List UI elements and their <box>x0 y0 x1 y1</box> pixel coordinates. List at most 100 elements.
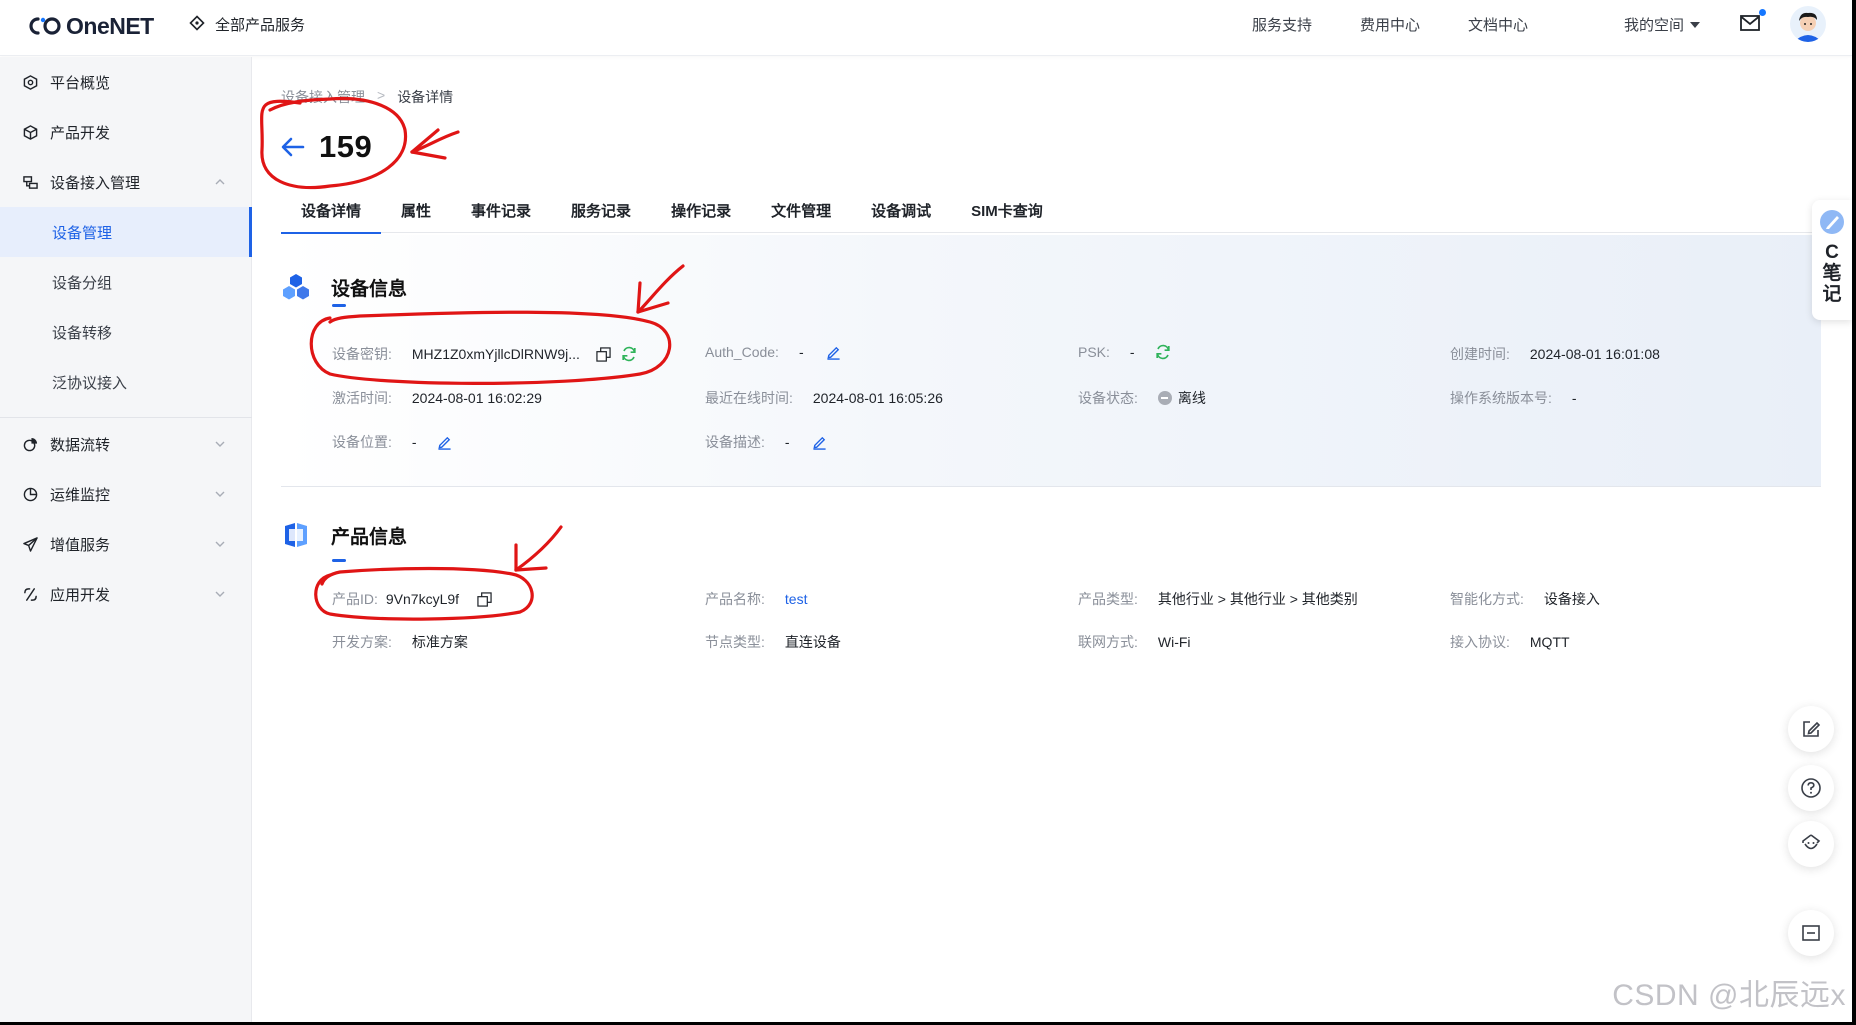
collapse-button[interactable] <box>1788 910 1834 956</box>
service-support-link[interactable]: 服务支持 <box>1252 14 1312 35</box>
last-online-field: 最近在线时间: 2024-08-01 16:05:26 <box>705 388 943 408</box>
last-online-label: 最近在线时间: <box>705 390 793 406</box>
note-tab-ji: 记 <box>1822 284 1842 305</box>
activated-time-field: 激活时间: 2024-08-01 16:02:29 <box>332 388 542 408</box>
dev-plan-field: 开发方案: 标准方案 <box>332 632 468 652</box>
edit-note-icon <box>1803 721 1821 737</box>
sidebar-subitem-device-transfer[interactable]: 设备转移 <box>0 307 252 357</box>
tab-properties[interactable]: 属性 <box>381 191 451 233</box>
created-time-value: 2024-08-01 16:01:08 <box>1529 346 1660 362</box>
sidebar-subitem-device-group[interactable]: 设备分组 <box>0 257 252 307</box>
note-tab-c: C <box>1825 242 1839 263</box>
sidebar-item-label: 数据流转 <box>50 436 111 454</box>
sidebar-divider <box>0 417 252 418</box>
sidebar-item-label: 增值服务 <box>50 536 111 554</box>
sidebar-subitem-device-management[interactable]: 设备管理 <box>0 207 252 257</box>
top-links: 服务支持 费用中心 文档中心 我的空间 <box>1204 14 1700 35</box>
refresh-icon[interactable] <box>621 346 637 362</box>
breadcrumb-parent-link[interactable]: 设备接入管理 <box>281 87 365 107</box>
sidebar-item-value-added[interactable]: 增值服务 <box>0 519 252 569</box>
sidebar-item-data-flow[interactable]: 数据流转 <box>0 419 252 469</box>
device-info-panel: 设备信息 设备密钥: MHZ1Z0xmYjllcDlRNW9j... Auth_… <box>281 235 1821 487</box>
avatar[interactable] <box>1790 6 1826 42</box>
sidebar-item-app-dev[interactable]: 应用开发 <box>0 569 252 619</box>
help-button[interactable] <box>1788 765 1834 811</box>
overview-icon <box>22 74 38 90</box>
tab-event-records[interactable]: 事件记录 <box>451 191 551 233</box>
device-key-value: MHZ1Z0xmYjllcDlRNW9j... <box>411 346 580 362</box>
device-description-label: 设备描述: <box>705 434 765 450</box>
sidebar-item-monitoring[interactable]: 运维监控 <box>0 469 252 519</box>
tab-sim-query[interactable]: SIM卡查询 <box>951 191 1063 233</box>
tab-service-records[interactable]: 服务记录 <box>551 191 651 233</box>
onenet-logo[interactable]: OneNET <box>24 11 154 41</box>
last-online-value: 2024-08-01 16:05:26 <box>812 390 943 406</box>
dev-plan-label: 开发方案: <box>332 634 392 650</box>
back-arrow-icon[interactable] <box>281 137 305 157</box>
sidebar-item-overview[interactable]: 平台概览 <box>0 57 252 107</box>
sidebar-subitem-generic-protocol[interactable]: 泛协议接入 <box>0 357 252 407</box>
node-type-label: 节点类型: <box>705 634 765 650</box>
created-time-label: 创建时间: <box>1450 346 1510 362</box>
all-products-menu[interactable]: 全部产品服务 <box>189 14 305 35</box>
breadcrumb-separator: > <box>377 87 386 103</box>
section-underline <box>332 559 346 562</box>
auth-code-field: Auth_Code: - <box>705 344 841 360</box>
edit-icon[interactable] <box>812 435 827 450</box>
product-name-link[interactable]: test <box>785 591 808 607</box>
tab-file-management[interactable]: 文件管理 <box>751 191 851 233</box>
tab-operation-records[interactable]: 操作记录 <box>651 191 751 233</box>
mail-icon[interactable] <box>1740 9 1766 36</box>
billing-center-link[interactable]: 费用中心 <box>1360 14 1420 35</box>
copy-icon[interactable] <box>596 346 611 362</box>
tab-device-details[interactable]: 设备详情 <box>281 191 382 234</box>
product-type-value: 其他行业 > 其他行业 > 其他类别 <box>1157 591 1358 607</box>
device-location-value: - <box>411 434 417 450</box>
sidebar: 平台概览 产品开发 设备接入管理 设备管理 设备分组 设备转移 泛协议接入 数据… <box>0 57 252 1022</box>
os-version-field: 操作系统版本号: - <box>1450 388 1577 408</box>
smart-mode-value: 设备接入 <box>1543 591 1600 607</box>
sidebar-item-device-access[interactable]: 设备接入管理 <box>0 157 252 207</box>
breadcrumb-current: 设备详情 <box>397 89 454 105</box>
data-flow-icon <box>22 436 38 452</box>
sidebar-item-label: 运维监控 <box>50 486 111 504</box>
my-space-dropdown[interactable]: 我的空间 <box>1576 14 1700 35</box>
note-icon <box>1820 210 1844 234</box>
refresh-icon[interactable] <box>1155 344 1171 360</box>
tab-device-debug[interactable]: 设备调试 <box>851 191 951 233</box>
edit-icon[interactable] <box>437 435 452 450</box>
docs-center-link[interactable]: 文档中心 <box>1468 14 1528 35</box>
caret-down-icon <box>1690 21 1700 28</box>
dev-plan-value: 标准方案 <box>411 634 468 650</box>
monitor-icon <box>22 486 38 502</box>
product-info-header: 产品信息 <box>281 520 407 550</box>
node-type-field: 节点类型: 直连设备 <box>705 632 841 652</box>
device-location-field: 设备位置: - <box>332 432 452 452</box>
network-label: 联网方式: <box>1078 634 1138 650</box>
sidebar-item-label: 平台概览 <box>50 74 111 92</box>
feedback-edit-button[interactable] <box>1788 706 1834 752</box>
device-description-field: 设备描述: - <box>705 432 827 452</box>
os-version-value: - <box>1571 390 1577 406</box>
chevron-down-icon <box>215 491 225 497</box>
created-time-field: 创建时间: 2024-08-01 16:01:08 <box>1450 344 1660 364</box>
sidebar-item-label: 产品开发 <box>50 124 111 142</box>
psk-value: - <box>1129 344 1135 360</box>
assistant-button[interactable] <box>1788 821 1834 867</box>
sidebar-item-label: 应用开发 <box>50 586 111 604</box>
c-note-sidebar-tab[interactable]: C 笔 记 <box>1812 200 1852 320</box>
device-info-header: 设备信息 <box>281 272 407 302</box>
onenet-logo-mark <box>29 17 61 35</box>
network-field: 联网方式: Wi-Fi <box>1078 632 1191 652</box>
auth-code-value: - <box>798 344 804 360</box>
chevron-up-icon <box>215 179 225 185</box>
tab-bar: 设备详情 属性 事件记录 服务记录 操作记录 文件管理 设备调试 SIM卡查询 <box>281 191 1821 234</box>
device-status-value: 离线 <box>1177 390 1206 406</box>
offline-status-icon <box>1157 391 1172 405</box>
csdn-watermark: CSDN @北辰远x <box>1612 979 1846 1012</box>
device-key-field: 设备密钥: MHZ1Z0xmYjllcDlRNW9j... <box>332 344 637 364</box>
edit-icon[interactable] <box>826 345 841 360</box>
copy-icon[interactable] <box>477 591 492 607</box>
sidebar-item-product-dev[interactable]: 产品开发 <box>0 107 252 157</box>
psk-field: PSK: - <box>1078 344 1171 360</box>
